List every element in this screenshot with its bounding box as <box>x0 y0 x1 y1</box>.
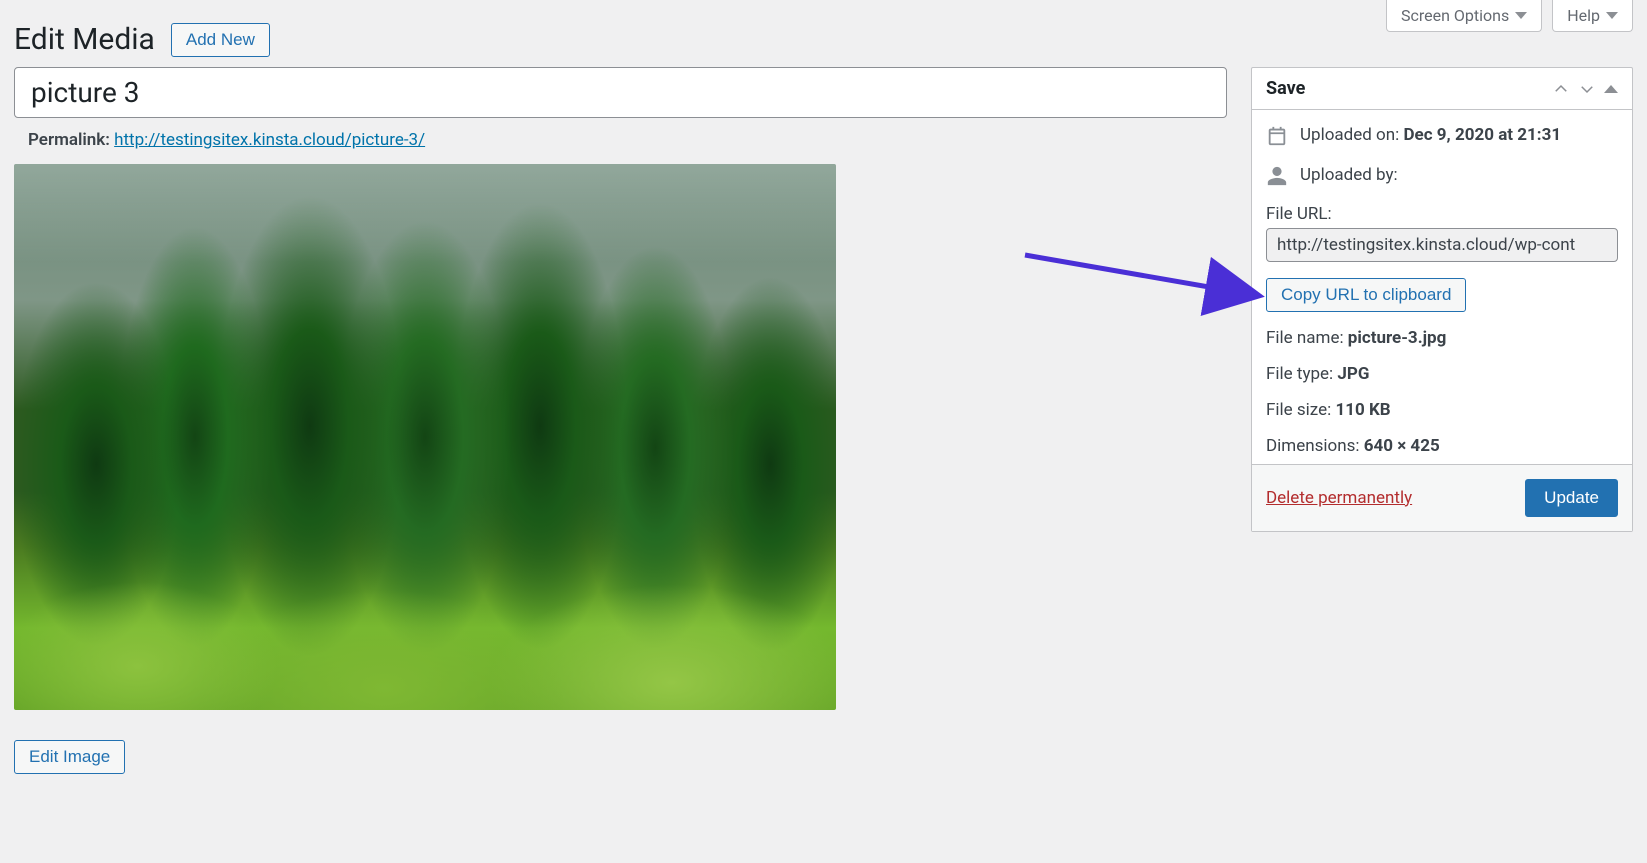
file-type-value: JPG <box>1337 364 1369 384</box>
uploaded-on-value: Dec 9, 2020 at 21:31 <box>1403 125 1561 145</box>
chevron-down-icon <box>1515 12 1527 19</box>
edit-image-button[interactable]: Edit Image <box>14 740 125 774</box>
page-title: Edit Media <box>14 22 155 57</box>
file-name-value: picture-3.jpg <box>1348 328 1447 348</box>
permalink-link[interactable]: http://testingsitex.kinsta.cloud/picture… <box>114 130 425 150</box>
uploaded-by-row: Uploaded by: <box>1266 164 1618 188</box>
uploaded-by-label: Uploaded by: <box>1300 164 1398 188</box>
dimensions-value: 640 × 425 <box>1364 436 1440 456</box>
file-size-row: File size: 110 KB <box>1266 400 1618 420</box>
add-new-button[interactable]: Add New <box>171 23 270 57</box>
uploaded-on-row: Uploaded on: Dec 9, 2020 at 21:31 <box>1266 124 1618 148</box>
screen-options-button[interactable]: Screen Options <box>1386 0 1542 32</box>
file-type-label: File type: <box>1266 364 1333 384</box>
file-name-label: File name: <box>1266 328 1344 348</box>
main-column: Permalink: http://testingsitex.kinsta.cl… <box>14 67 1227 774</box>
file-name-row: File name: picture-3.jpg <box>1266 328 1618 348</box>
file-url-block: File URL: <box>1266 204 1618 262</box>
screen-meta-tabs: Screen Options Help <box>1386 0 1633 32</box>
save-panel-title: Save <box>1266 78 1305 99</box>
screen-options-label: Screen Options <box>1401 6 1509 25</box>
panel-move-up-icon[interactable] <box>1552 80 1570 98</box>
copy-url-button[interactable]: Copy URL to clipboard <box>1266 278 1466 312</box>
calendar-icon <box>1266 125 1288 147</box>
uploaded-on-text: Uploaded on: Dec 9, 2020 at 21:31 <box>1300 124 1561 148</box>
panel-head-actions <box>1552 80 1618 98</box>
save-panel-header: Save <box>1252 68 1632 110</box>
file-size-value: 110 KB <box>1335 400 1390 420</box>
help-button[interactable]: Help <box>1552 0 1633 32</box>
file-size-label: File size: <box>1266 400 1331 420</box>
user-icon <box>1266 165 1288 187</box>
save-panel-body: Uploaded on: Dec 9, 2020 at 21:31 Upload… <box>1252 110 1632 464</box>
media-title-input[interactable] <box>14 67 1227 118</box>
dimensions-row: Dimensions: 640 × 425 <box>1266 436 1618 456</box>
file-type-row: File type: JPG <box>1266 364 1618 384</box>
help-label: Help <box>1567 6 1600 25</box>
delete-permanently-link[interactable]: Delete permanently <box>1266 488 1412 508</box>
save-panel-footer: Delete permanently Update <box>1252 464 1632 531</box>
chevron-down-icon <box>1606 12 1618 19</box>
dimensions-label: Dimensions: <box>1266 436 1359 456</box>
panel-toggle-icon[interactable] <box>1604 85 1618 93</box>
save-panel: Save Uploaded on: <box>1251 67 1633 532</box>
permalink-row: Permalink: http://testingsitex.kinsta.cl… <box>14 118 1227 164</box>
file-url-label: File URL: <box>1266 204 1618 224</box>
sidebar-column: Save Uploaded on: <box>1251 67 1633 532</box>
permalink-label: Permalink: <box>28 130 110 150</box>
update-button[interactable]: Update <box>1525 479 1618 517</box>
media-preview-image <box>14 164 836 710</box>
file-url-input[interactable] <box>1266 228 1618 262</box>
panel-move-down-icon[interactable] <box>1578 80 1596 98</box>
uploaded-on-label: Uploaded on: <box>1300 125 1399 145</box>
